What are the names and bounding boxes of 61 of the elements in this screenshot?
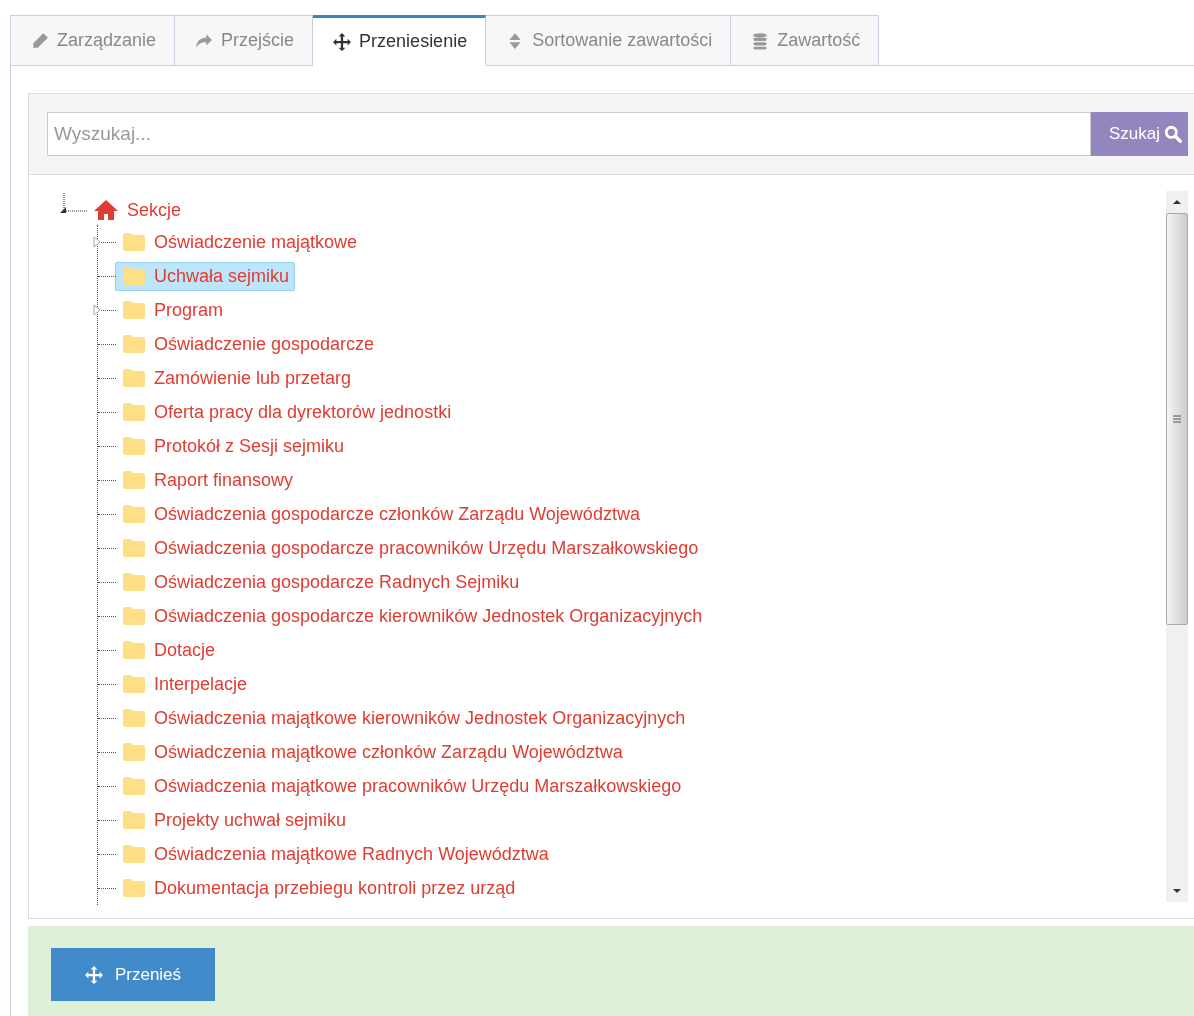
tree-node[interactable]: Raport finansowy <box>115 465 300 495</box>
expand-arrow-icon[interactable] <box>93 236 101 248</box>
search-icon <box>1164 125 1182 143</box>
expand-arrow-icon[interactable] <box>93 304 101 316</box>
search-field[interactable]: Wyszukaj... <box>47 112 1091 156</box>
tab[interactable]: Przejście <box>175 15 314 66</box>
tree-node[interactable]: Dotacje <box>115 635 222 665</box>
folder-icon <box>122 606 146 626</box>
folder-icon <box>122 436 146 456</box>
move-button[interactable]: Przenieś <box>51 948 215 1001</box>
folder-icon <box>122 844 146 864</box>
tree-node[interactable]: Oświadczenia gospodarcze kierowników Jednostek Organizacyjnych <box>115 601 709 631</box>
folder-icon <box>122 232 146 252</box>
tree-node[interactable]: Oświadczenia majątkowe Radnych Województwa <box>115 839 555 869</box>
move-icon <box>84 965 103 984</box>
tree-node[interactable]: Oświadczenie majątkowe <box>115 227 364 257</box>
tree-node[interactable]: Zamówienie lub przetarg <box>115 363 358 393</box>
folder-icon <box>122 300 146 320</box>
tree-connector-drawing <box>59 193 89 215</box>
folder-icon <box>122 266 146 286</box>
tab[interactable]: Zarządzanie <box>10 15 176 66</box>
search-button[interactable]: Szukaj <box>1090 112 1188 156</box>
tree-node[interactable]: Oświadczenia majątkowe pracowników Urzędu Marszałkowskiego <box>115 771 688 801</box>
folder-icon <box>122 810 146 830</box>
folder-icon <box>122 504 146 524</box>
folder-icon <box>122 878 146 898</box>
tree-node[interactable]: Projekty uchwał sejmiku <box>115 805 353 835</box>
folder-icon <box>122 776 146 796</box>
tree-node[interactable]: Oferta pracy dla dyrektorów jednostki <box>115 397 458 427</box>
database-icon <box>751 31 770 50</box>
home-icon <box>93 199 119 221</box>
pencil-icon <box>31 31 49 50</box>
tree-node[interactable]: Oświadczenia majątkowe kierowników Jednostek Organizacyjnych <box>115 703 692 733</box>
tab[interactable]: Zawartość <box>731 15 880 66</box>
folder-icon <box>122 402 146 422</box>
move-icon <box>333 32 352 51</box>
tree-node[interactable]: Protokół z Sesji sejmiku <box>115 431 351 461</box>
tree-node[interactable]: Oświadczenie gospodarcze <box>115 329 381 359</box>
tree-node[interactable]: Oświadczenia gospodarcze członków Zarządu Województwa <box>115 499 646 529</box>
folder-icon <box>122 334 146 354</box>
tree-node[interactable]: Interpelacje <box>115 669 254 699</box>
tree-node[interactable]: Oświadczenia gospodarcze pracowników Urzędu Marszałkowskiego <box>115 533 705 563</box>
tree-node[interactable]: Program <box>115 295 230 325</box>
tree-node[interactable]: Dokumentacja przebiegu kontroli przez urząd <box>115 873 522 903</box>
tree-node[interactable]: Oświadczenia gospodarcze Radnych Sejmiku <box>115 567 526 597</box>
share-arrow-icon <box>195 31 214 50</box>
tab[interactable]: Sortowanie zawartości <box>486 15 732 66</box>
tree-node[interactable]: Uchwała sejmiku <box>115 261 296 291</box>
folder-icon <box>122 572 146 592</box>
folder-icon <box>122 368 146 388</box>
folder-icon <box>122 470 146 490</box>
tree-node[interactable]: Oświadczenia majątkowe członków Zarządu Województwa <box>115 737 629 767</box>
scrollbar-thumb[interactable] <box>1166 213 1188 625</box>
tree-node[interactable]: Sekcje <box>86 195 188 225</box>
tab[interactable]: Przeniesienie <box>313 15 487 66</box>
scrollbar[interactable] <box>1166 191 1188 902</box>
folder-icon <box>122 674 146 694</box>
folder-icon <box>122 538 146 558</box>
folder-icon <box>122 708 146 728</box>
folder-icon <box>122 640 146 660</box>
folder-icon <box>122 742 146 762</box>
